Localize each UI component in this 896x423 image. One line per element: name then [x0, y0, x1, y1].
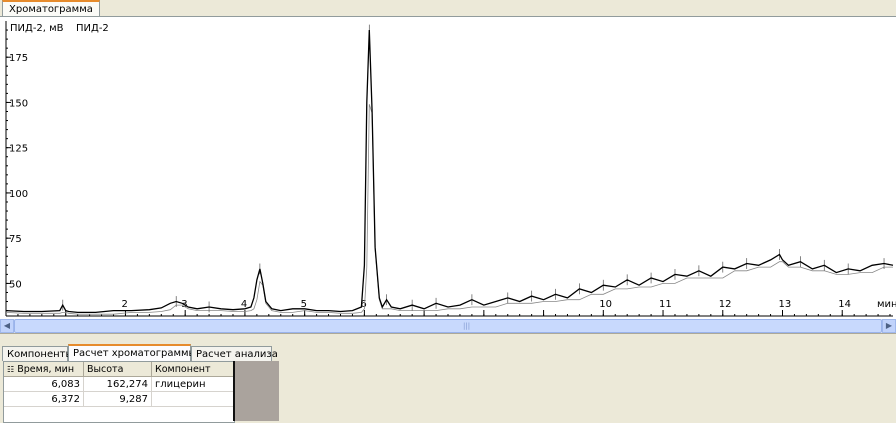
- x-tick-label: 13: [778, 299, 791, 310]
- y-tick-label: 175: [9, 53, 28, 64]
- tab-components[interactable]: Компоненты: [2, 346, 73, 361]
- chart-svg: 50751001251501752 3 4 5 6 10 11 12 13 14ПИД-2, мВ…: [5, 21, 896, 317]
- chromatogram-chart: 50 75 100 125 150 175 2 3 4 5 6 10 11 12 13 14 ПИД-2, мВ…: [0, 16, 896, 321]
- column-chooser-icon: ☷: [7, 365, 15, 374]
- grip-icon: |||: [463, 322, 471, 330]
- cell-height[interactable]: 9,287: [84, 392, 152, 407]
- column-header-component[interactable]: Компонент: [152, 362, 234, 377]
- scroll-thumb[interactable]: |||: [14, 319, 882, 333]
- cell-component[interactable]: [152, 392, 234, 407]
- cell-time[interactable]: 6,372: [4, 392, 84, 407]
- horizontal-scrollbar[interactable]: ◀ ||| ▶: [0, 319, 896, 333]
- column-header-height[interactable]: Высота: [84, 362, 152, 377]
- peaks-table: ☷ Время, мин Высота Компонент 6,083 162,…: [3, 361, 235, 423]
- y-tick-label: 100: [9, 189, 28, 200]
- scroll-right-icon[interactable]: ▶: [882, 319, 896, 333]
- channel-label: ПИД-2: [76, 23, 109, 34]
- table-empty-area: [233, 361, 279, 421]
- y-tick-label: 75: [9, 234, 22, 245]
- x-tick-label: 11: [659, 299, 672, 310]
- x-tick-label: 12: [719, 299, 732, 310]
- x-tick-label: 14: [838, 299, 851, 310]
- x-unit-label: мин: [877, 299, 896, 310]
- cell-height[interactable]: 162,274: [84, 377, 152, 392]
- tab-chromatogram-calc[interactable]: Расчет хроматограммы: [68, 344, 196, 361]
- x-tick-label: 2: [121, 299, 127, 310]
- signal-line: [5, 29, 894, 314]
- tab-analysis-calc[interactable]: Расчет анализа: [191, 346, 278, 361]
- cell-time[interactable]: 6,083: [4, 377, 84, 392]
- scroll-left-icon[interactable]: ◀: [0, 319, 14, 333]
- top-tab-strip: Хроматограмма: [0, 0, 896, 17]
- tab-chromatogram[interactable]: Хроматограмма: [2, 0, 100, 16]
- column-header-time[interactable]: ☷ Время, мин: [4, 362, 84, 377]
- y-tick-label: 125: [9, 144, 28, 155]
- baseline-line: [5, 104, 893, 315]
- y-tick-label: 50: [9, 279, 22, 290]
- y-tick-label: 150: [9, 98, 28, 109]
- cell-component[interactable]: глицерин: [152, 377, 234, 392]
- x-tick-label: 10: [599, 299, 612, 310]
- results-panel: Компоненты Расчет хроматограммы Расчет а…: [0, 333, 896, 423]
- y-axis-label: ПИД-2, мВ: [10, 23, 64, 34]
